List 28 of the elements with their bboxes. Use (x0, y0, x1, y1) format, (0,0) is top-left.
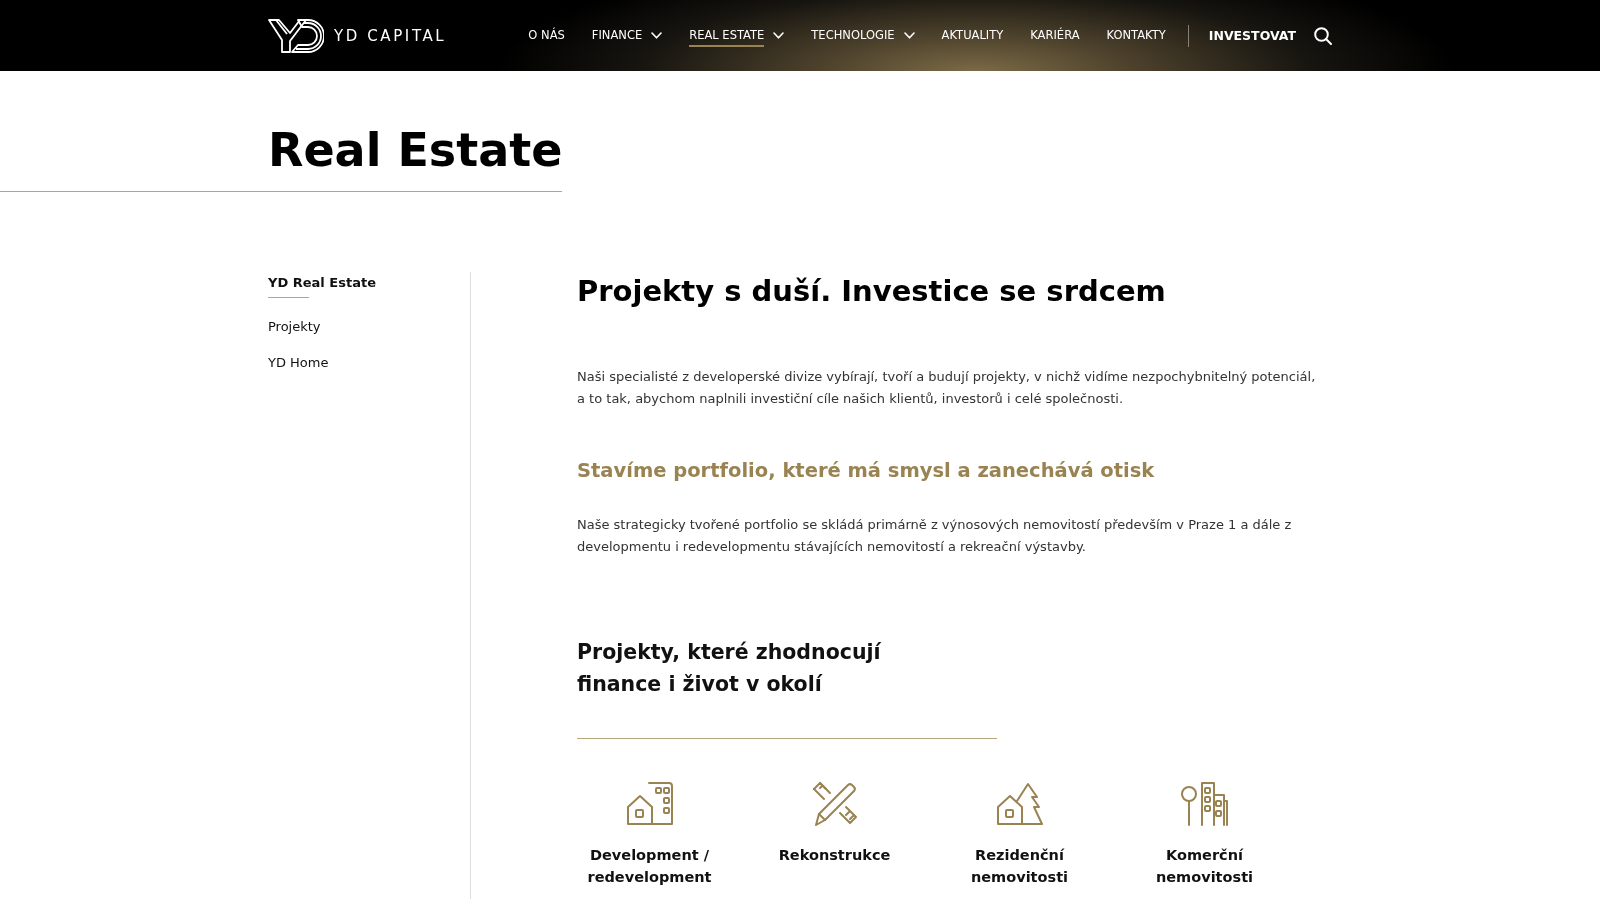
portfolio-subheading: Stavíme portfolio, které má smysl a zanechává otisk (577, 458, 1156, 484)
nav-link[interactable]: KONTAKTY (1106, 24, 1166, 47)
category-label: Rekonstrukce (777, 846, 892, 865)
nav-link[interactable]: O NÁS (528, 24, 565, 47)
nav-link[interactable]: FINANCE (591, 24, 643, 47)
page-title: Real Estate (268, 122, 563, 179)
tree-and-buildings-icon (1179, 779, 1230, 829)
invest-link[interactable]: INVESTOVAT (1208, 24, 1296, 47)
search-icon[interactable] (1314, 26, 1332, 45)
sidebar-link[interactable]: Projekty (268, 316, 321, 338)
sidebar-link[interactable]: YD Home (268, 352, 329, 374)
category-label: Development / redevelopment (586, 846, 713, 887)
nav-link[interactable]: AKTUALITY (941, 24, 1004, 47)
logo-monogram-icon[interactable] (268, 18, 324, 53)
chevron-down-icon[interactable] (903, 32, 915, 39)
portfolio-paragraph: Naše strategicky tvořené portfolio se skládá primárně z výnosových nemovitostí především v Praze 1 a dále z developmentu i redevelopmentu stávajících nemovitostí a rekreační výstavby. (577, 516, 1293, 556)
chevron-down-icon[interactable] (773, 32, 785, 39)
section-heading: Projekty s duší. Investice se srdcem (577, 273, 1167, 310)
category-label: Komerční nemovitosti (1154, 846, 1255, 887)
nav-link[interactable]: REAL ESTATE (689, 24, 765, 47)
sidebar-link[interactable]: YD Real Estate (268, 272, 376, 294)
projects-heading: Projekty, které zhodnocují finance i život v okolí (577, 639, 882, 698)
nav-link[interactable]: TECHNOLOGIE (811, 24, 895, 47)
category-label: Rezidenční nemovitosti (969, 846, 1070, 887)
intro-paragraph: Naši specialisté z developerské divize vybírají, tvoří a budují projekty, v nichž vidíme nezpochybnitelný potenciál, a to tak, abychom naplnili investiční cíle našich klientů, investorů i celé společnosti. (577, 368, 1317, 408)
nav-link[interactable]: KARIÉRA (1030, 24, 1080, 47)
logo-wordmark[interactable]: YD CAPITAL (334, 26, 447, 45)
chevron-down-icon[interactable] (651, 32, 663, 39)
